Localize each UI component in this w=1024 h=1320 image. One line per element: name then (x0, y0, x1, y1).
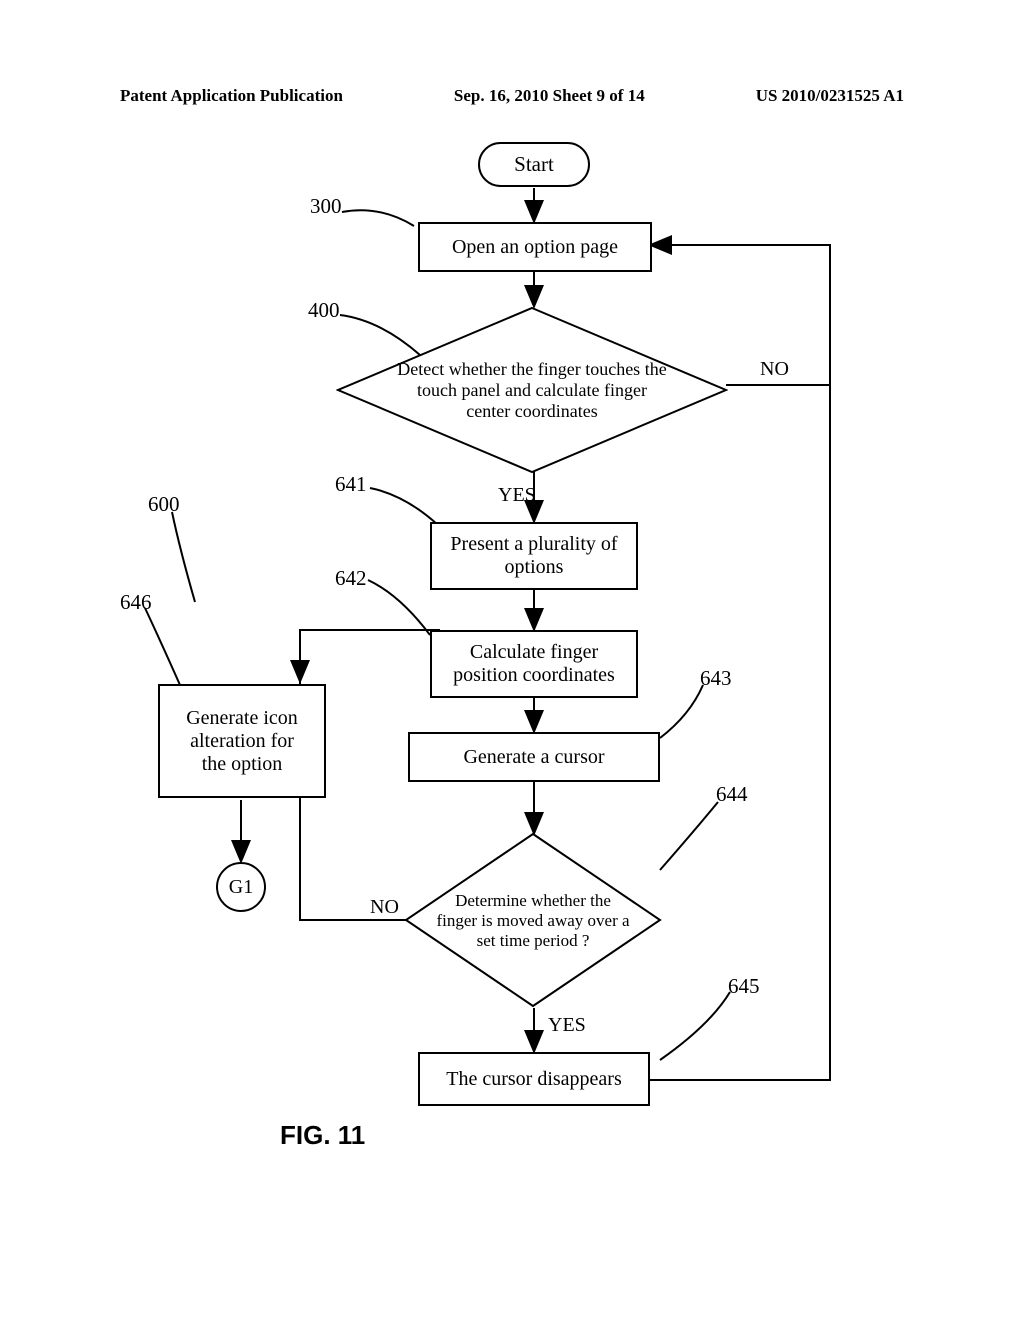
flowchart-diagram: Start Open an option page 300 Detect whe… (0, 130, 1024, 1250)
ref-645: 645 (728, 974, 760, 999)
decision-400-text: Detect whether the finger touches the to… (396, 334, 668, 446)
ref-643: 643 (700, 666, 732, 691)
ref-400: 400 (308, 298, 340, 323)
decision-400-yes: YES (498, 484, 536, 507)
decision-400-no: NO (760, 358, 789, 381)
ref-646: 646 (120, 590, 152, 615)
process-646: Generate icon alteration for the option (158, 684, 326, 798)
decision-644-no: NO (370, 896, 399, 919)
connector-g1-label: G1 (229, 876, 253, 899)
ref-600: 600 (148, 492, 180, 517)
process-641-text: Present a plurality of options (448, 533, 620, 579)
start-label: Start (514, 152, 554, 176)
header-docid: US 2010/0231525 A1 (756, 86, 904, 106)
process-643-text: Generate a cursor (463, 746, 604, 769)
process-646-text: Generate icon alteration for the option (176, 707, 308, 776)
process-645-text: The cursor disappears (446, 1068, 622, 1091)
header-publication: Patent Application Publication (120, 86, 343, 106)
process-300-text: Open an option page (452, 236, 618, 259)
decision-644-yes: YES (548, 1014, 586, 1037)
header-sheet: Sep. 16, 2010 Sheet 9 of 14 (343, 86, 756, 106)
start-terminator: Start (478, 142, 590, 187)
ref-644: 644 (716, 782, 748, 807)
ref-300: 300 (310, 194, 342, 219)
ref-642: 642 (335, 566, 367, 591)
decision-644-text: Determine whether the finger is moved aw… (436, 866, 630, 976)
decision-400: Detect whether the finger touches the to… (336, 306, 728, 474)
process-641: Present a plurality of options (430, 522, 638, 590)
process-300: Open an option page (418, 222, 652, 272)
process-645: The cursor disappears (418, 1052, 650, 1106)
decision-644: Determine whether the finger is moved aw… (404, 832, 662, 1008)
process-643: Generate a cursor (408, 732, 660, 782)
process-642-text: Calculate finger position coordinates (448, 641, 620, 687)
figure-label: FIG. 11 (280, 1120, 365, 1151)
ref-641: 641 (335, 472, 367, 497)
process-642: Calculate finger position coordinates (430, 630, 638, 698)
page-header: Patent Application Publication Sep. 16, … (0, 86, 1024, 106)
connector-g1: G1 (216, 862, 266, 912)
